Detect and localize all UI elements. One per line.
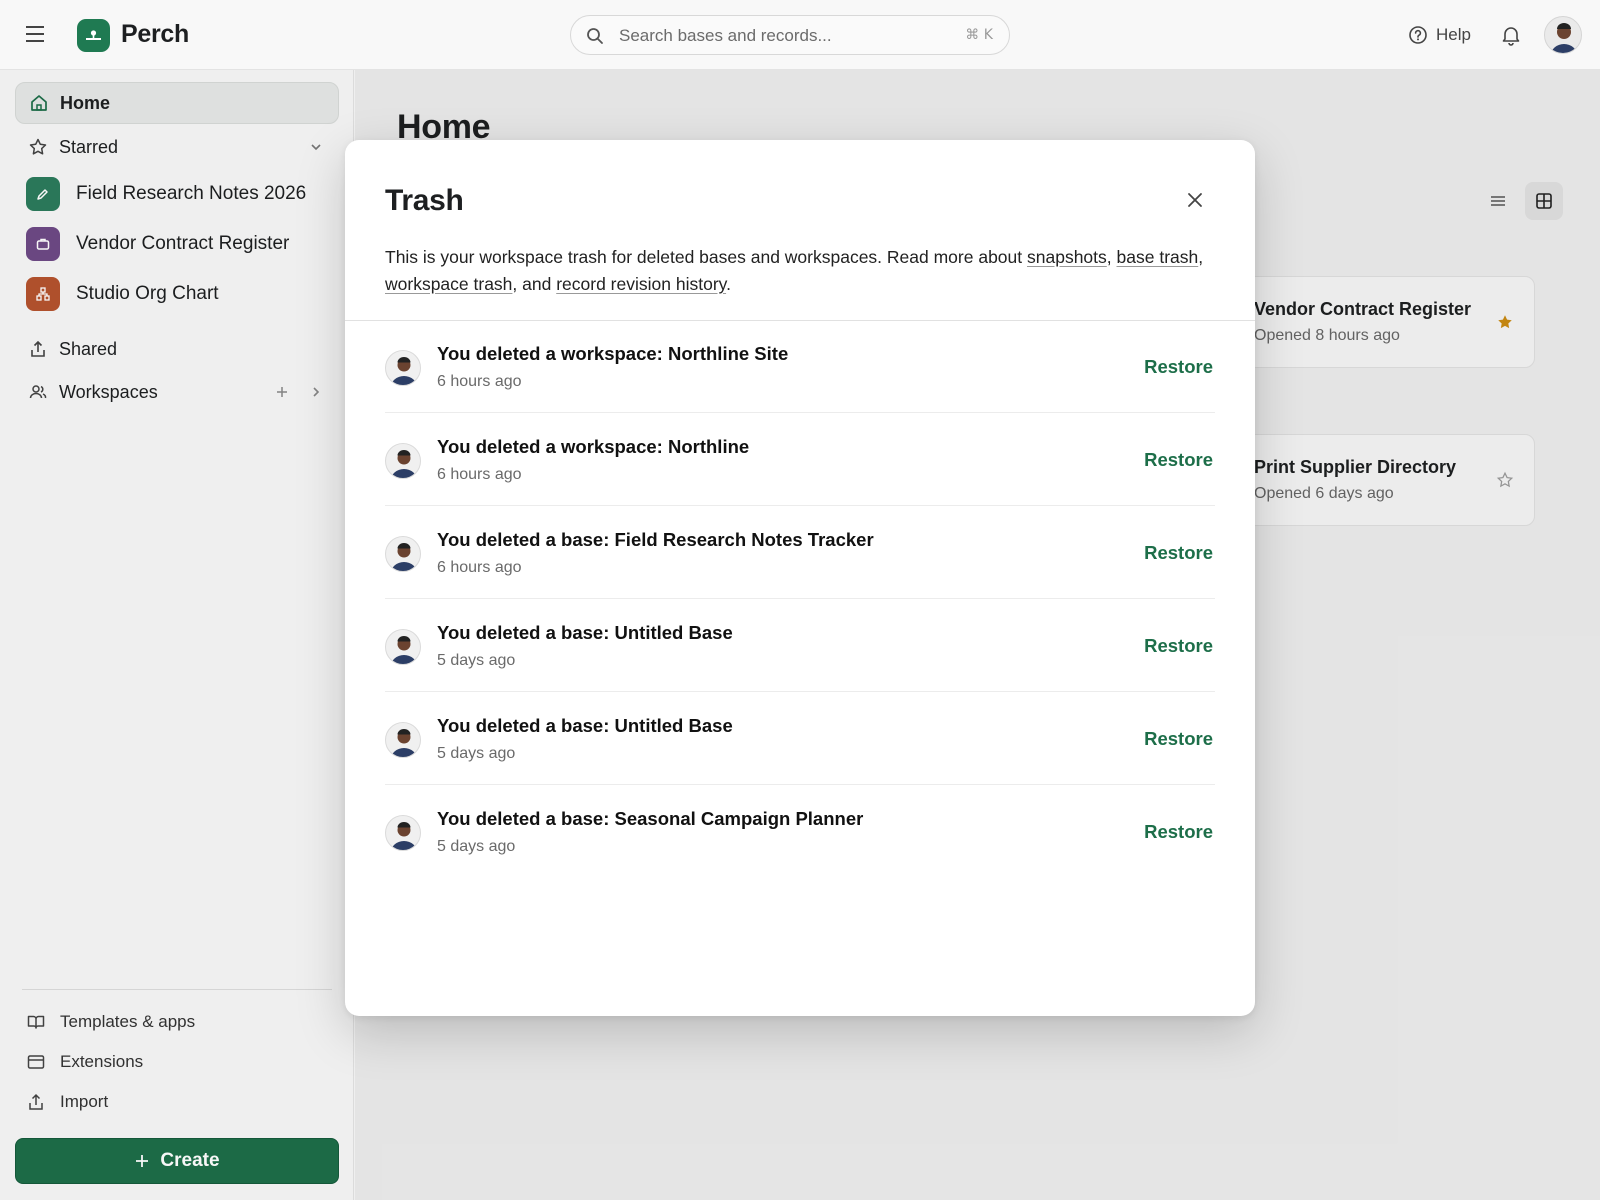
trash-row: You deleted a workspace: Northline Site 6… — [385, 320, 1215, 413]
avatar — [385, 536, 421, 572]
trash-item-title: You deleted a workspace: Northline — [437, 436, 750, 457]
trash-item-title: You deleted a base: Untitled Base — [437, 715, 733, 736]
trash-row: You deleted a base: Seasonal Campaign Pl… — [385, 785, 1215, 878]
user-avatar[interactable] — [1544, 16, 1582, 54]
search-placeholder: Search bases and records... — [619, 26, 832, 45]
description-text: , — [1198, 247, 1204, 267]
trash-item-title: You deleted a base: Seasonal Campaign Pl… — [437, 808, 864, 829]
menu-icon[interactable] — [24, 26, 48, 44]
app-logo-icon[interactable] — [77, 19, 110, 52]
close-icon[interactable] — [1183, 188, 1207, 212]
trash-row: You deleted a base: Untitled Base 5 days … — [385, 599, 1215, 692]
trash-row: You deleted a workspace: Northline 6 hour… — [385, 413, 1215, 506]
trash-item-title: You deleted a workspace: Northline Site — [437, 343, 789, 364]
description-text: This is your workspace trash for deleted… — [385, 247, 1027, 267]
trash-item-time: 6 hours ago — [437, 559, 522, 576]
help-icon — [1409, 26, 1427, 44]
description-text: , — [1106, 247, 1117, 267]
trash-item-time: 6 hours ago — [437, 466, 522, 483]
trash-row: You deleted a base: Field Research Notes… — [385, 506, 1215, 599]
search-icon — [587, 28, 603, 44]
avatar — [385, 722, 421, 758]
trash-item-time: 5 days ago — [437, 652, 516, 669]
search-input[interactable]: Search bases and records... ⌘ K — [570, 15, 1010, 55]
app-name: Perch — [121, 20, 189, 48]
restore-button[interactable]: Restore — [1144, 821, 1213, 843]
help-label: Help — [1436, 25, 1471, 44]
restore-button[interactable]: Restore — [1144, 449, 1213, 471]
avatar — [385, 443, 421, 479]
trash-item-title: You deleted a base: Untitled Base — [437, 622, 733, 643]
base-trash-link[interactable]: base trash — [1117, 247, 1199, 267]
avatar — [385, 350, 421, 386]
notifications-bell-icon[interactable] — [1500, 24, 1522, 46]
top-bar: Perch Search bases and records... ⌘ K He… — [0, 0, 1600, 70]
trash-row: You deleted a base: Untitled Base 5 days … — [385, 692, 1215, 785]
trash-item-title: You deleted a base: Field Research Notes… — [437, 529, 874, 550]
search-shortcut: ⌘ K — [965, 27, 993, 43]
restore-button[interactable]: Restore — [1144, 728, 1213, 750]
description-text: . — [726, 274, 731, 294]
trash-item-time: 6 hours ago — [437, 373, 522, 390]
help-button[interactable]: Help — [1408, 22, 1471, 48]
record-revision-history-link[interactable]: record revision history — [556, 274, 726, 294]
description-text: , and — [512, 274, 557, 294]
workspace-trash-link[interactable]: workspace trash — [385, 274, 512, 294]
trash-modal: Trash This is your workspace trash for d… — [345, 140, 1255, 1016]
trash-item-time: 5 days ago — [437, 745, 516, 762]
modal-description: This is your workspace trash for deleted… — [385, 244, 1205, 298]
snapshots-link[interactable]: snapshots — [1027, 247, 1107, 267]
trash-item-time: 5 days ago — [437, 838, 516, 855]
restore-button[interactable]: Restore — [1144, 635, 1213, 657]
restore-button[interactable]: Restore — [1144, 356, 1213, 378]
restore-button[interactable]: Restore — [1144, 542, 1213, 564]
modal-title: Trash — [385, 184, 464, 217]
avatar — [385, 815, 421, 851]
avatar — [385, 629, 421, 665]
